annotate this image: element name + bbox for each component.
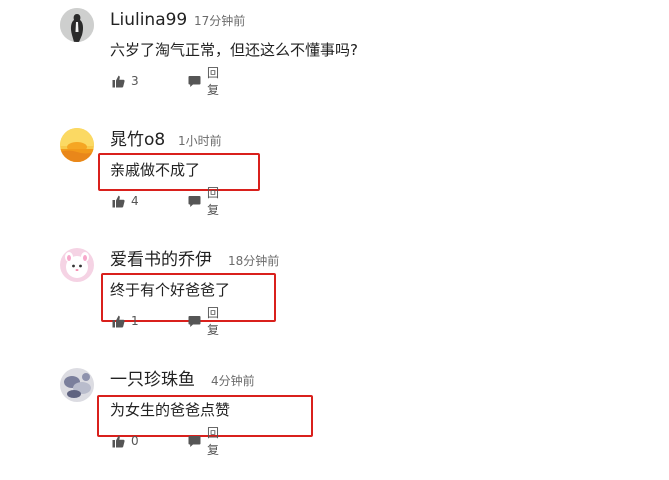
- reply-button[interactable]: 回复: [188, 426, 219, 457]
- like-button[interactable]: 4: [112, 192, 139, 210]
- user-avatar[interactable]: [60, 368, 94, 402]
- reply-label: 回复: [207, 186, 220, 217]
- comment-text: 六岁了淘气正常，但还这么不懂事吗?: [110, 41, 358, 59]
- reply-button[interactable]: 回复: [188, 186, 219, 217]
- comment-item: Liulina99 17分钟前 六岁了淘气正常，但还这么不懂事吗? 3 回复: [0, 0, 669, 120]
- comment-item: 晁竹o8 1小时前 亲戚做不成了 4 回复: [0, 120, 669, 240]
- comment-timestamp: 18分钟前: [228, 254, 280, 268]
- reply-button[interactable]: 回复: [188, 66, 219, 97]
- chat-bubble-icon: [188, 315, 201, 328]
- like-count: 1: [131, 314, 139, 328]
- comment-username[interactable]: 晁竹o8: [110, 130, 165, 150]
- user-avatar[interactable]: [60, 8, 94, 42]
- user-avatar[interactable]: [60, 128, 94, 162]
- like-button[interactable]: 0: [112, 432, 139, 450]
- comment-username[interactable]: 爱看书的乔伊: [110, 250, 212, 270]
- comment-text: 亲戚做不成了: [110, 161, 201, 179]
- like-count: 0: [131, 434, 139, 448]
- thumbs-up-icon: [112, 315, 125, 328]
- comment-username[interactable]: Liulina99: [110, 10, 187, 30]
- thumbs-up-icon: [112, 75, 125, 88]
- comment-timestamp: 17分钟前: [194, 14, 246, 28]
- reply-label: 回复: [207, 306, 220, 337]
- reply-label: 回复: [207, 426, 220, 457]
- thumbs-up-icon: [112, 435, 125, 448]
- comment-text: 终于有个好爸爸了: [110, 281, 231, 299]
- comment-username[interactable]: 一只珍珠鱼: [110, 370, 195, 390]
- comment-text: 为女生的爸爸点赞: [110, 401, 231, 419]
- chat-bubble-icon: [188, 195, 201, 208]
- reply-button[interactable]: 回复: [188, 306, 219, 337]
- comment-item: 爱看书的乔伊 18分钟前 终于有个好爸爸了 1 回复: [0, 240, 669, 360]
- comment-timestamp: 4分钟前: [211, 374, 255, 388]
- like-count: 4: [131, 194, 139, 208]
- reply-label: 回复: [207, 66, 220, 97]
- chat-bubble-icon: [188, 435, 201, 448]
- like-button[interactable]: 1: [112, 312, 139, 330]
- like-count: 3: [131, 74, 139, 88]
- comment-item: 一只珍珠鱼 4分钟前 为女生的爸爸点赞 0 回复: [0, 360, 669, 480]
- comment-timestamp: 1小时前: [178, 134, 222, 148]
- chat-bubble-icon: [188, 75, 201, 88]
- thumbs-up-icon: [112, 195, 125, 208]
- user-avatar[interactable]: [60, 248, 94, 282]
- like-button[interactable]: 3: [112, 72, 139, 90]
